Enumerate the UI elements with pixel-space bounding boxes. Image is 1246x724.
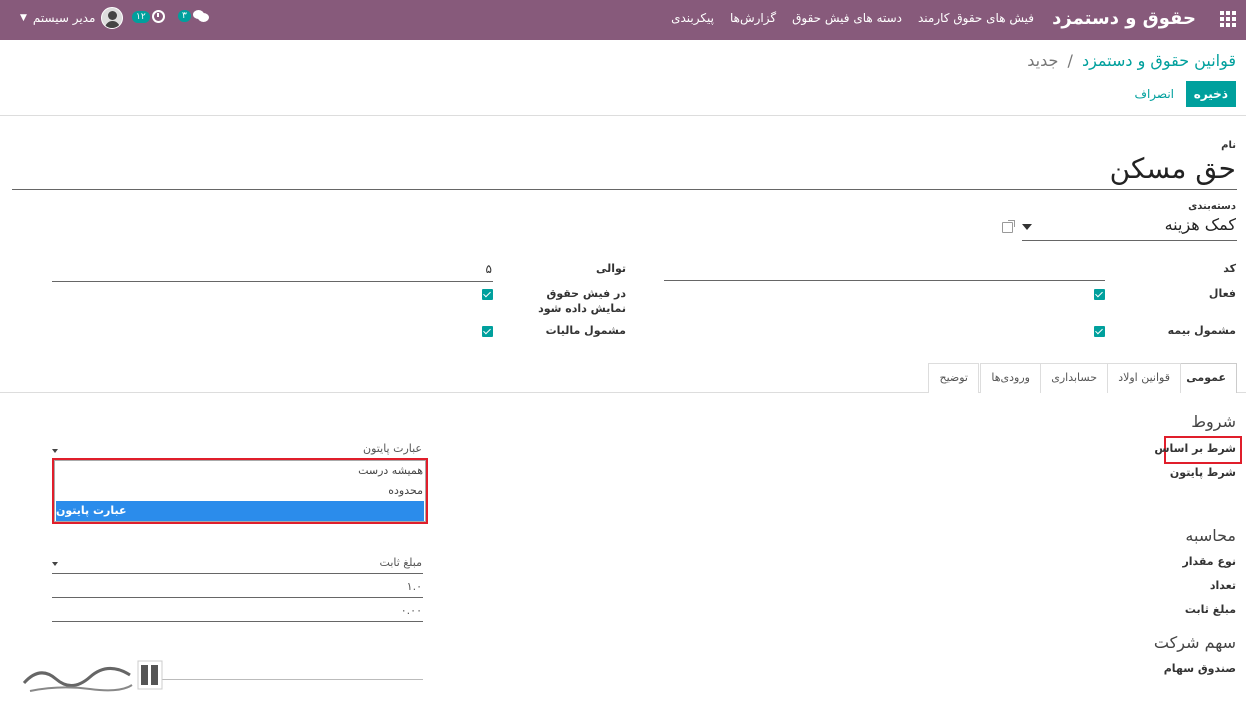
python-condition-label: شرط پایتون [1169,466,1236,479]
tax-label: مشمول مالیات [545,324,626,337]
fixed-amount-underline [52,621,423,622]
dropdown-option-always-true[interactable]: همیشه درست [358,461,423,481]
dropdown-option-range[interactable]: محدوده [388,481,423,501]
tab-description[interactable]: توضیح [928,363,979,393]
sequence-label: توالی [595,262,626,275]
user-name: مدیر سیستم [32,11,96,25]
fund-input[interactable] [160,679,423,680]
show-on-payslip-label: در فیش حقوق نمایش داده شود [538,287,626,315]
amount-type-underline [52,573,423,574]
quantity-label: تعداد [1209,579,1236,592]
external-link-icon[interactable] [1002,220,1015,233]
name-underline [12,189,1237,190]
tab-inputs[interactable]: ورودی‌ها [980,363,1041,393]
apps-menu-icon[interactable] [1220,11,1236,27]
messages-button[interactable]: ۳ [178,10,209,22]
conditions-title: شروط [1191,412,1236,431]
code-label: کد [1223,262,1236,275]
computation-title: محاسبه [1185,526,1236,545]
main-menu: فیش های حقوق کارمند دسته های فیش حقوق گز… [671,11,1034,25]
insurance-label: مشمول بیمه [1167,324,1236,337]
company-share-title: سهم شرکت [1153,633,1236,652]
caret-down-icon[interactable] [52,562,58,566]
category-underline [1022,240,1237,241]
caret-down-icon[interactable] [1022,224,1032,230]
code-input[interactable] [664,280,1105,281]
condition-dropdown-list: همیشه درست محدوده عبارت پایتون [54,460,426,522]
breadcrumb-parent[interactable]: قوانین حقوق و دستمزد [1082,51,1236,70]
condition-based-on-label: شرط بر اساس [1154,442,1236,455]
tab-accounting[interactable]: حسابداری [1040,363,1108,393]
tab-general[interactable]: عمومی [1175,363,1237,393]
fixed-amount-input[interactable]: ۰.۰۰ [401,604,422,617]
discard-button[interactable]: انصراف [1129,81,1180,107]
caret-down-icon[interactable] [52,449,58,453]
amount-type-select[interactable]: مبلغ ثابت [380,556,422,569]
condition-select[interactable]: عبارت پایتون [363,442,422,455]
tab-child-rules[interactable]: قوانین اولاد [1107,363,1181,393]
quantity-underline [52,597,423,598]
category-label: دسته‌بندی [1188,201,1236,212]
quantity-input[interactable]: ۱.۰ [407,580,422,593]
activities-badge: ۱۲ [132,10,150,23]
top-navbar: حقوق و دستمزد فیش های حقوق کارمند دسته ه… [0,0,1246,40]
chat-icon [192,10,209,22]
dropdown-option-python[interactable]: عبارت پایتون [56,501,424,521]
systray: ۳ ۱۲ ▼ مدیر سیستم [0,0,260,40]
app-brand: حقوق و دستمزد [1052,8,1196,29]
amount-type-label: نوع مقدار [1182,555,1236,568]
fund-label: صندوق سهام [1163,662,1236,675]
menu-item-payslip-batches[interactable]: دسته های فیش حقوق [792,11,902,25]
sequence-underline [52,281,493,282]
name-label: نام [1221,140,1236,151]
messages-badge: ۳ [178,10,191,22]
active-label: فعال [1208,287,1236,300]
activities-button[interactable]: ۱۲ [132,10,165,23]
menu-item-reports[interactable]: گزارش‌ها [730,11,776,25]
save-button[interactable]: ذخیره [1185,81,1236,107]
chevron-down-icon: ▼ [20,13,27,23]
user-menu[interactable]: ▼ مدیر سیستم [20,7,124,29]
clock-icon [151,10,165,23]
avatar [101,7,124,29]
tax-checkbox[interactable] [482,326,493,337]
fixed-amount-label: مبلغ ثابت [1184,603,1236,616]
category-select[interactable]: کمک هزینه [1165,215,1236,234]
breadcrumb-current: جدید [1027,51,1059,70]
name-input[interactable]: حق مسکن [1110,152,1236,185]
active-checkbox[interactable] [1094,289,1105,300]
control-panel: قوانین حقوق و دستمزد / جدید ذخیره انصراف [0,40,1246,116]
menu-item-configuration[interactable]: پیکربندی [671,11,714,25]
insurance-checkbox[interactable] [1094,326,1105,337]
breadcrumb-separator: / [1067,51,1073,70]
sequence-input[interactable]: ۵ [486,262,492,276]
menu-item-payslips[interactable]: فیش های حقوق کارمند [918,11,1034,25]
breadcrumb: قوانین حقوق و دستمزد / جدید [1027,51,1236,70]
watermark-logo [22,660,163,692]
show-on-payslip-checkbox[interactable] [482,289,493,300]
